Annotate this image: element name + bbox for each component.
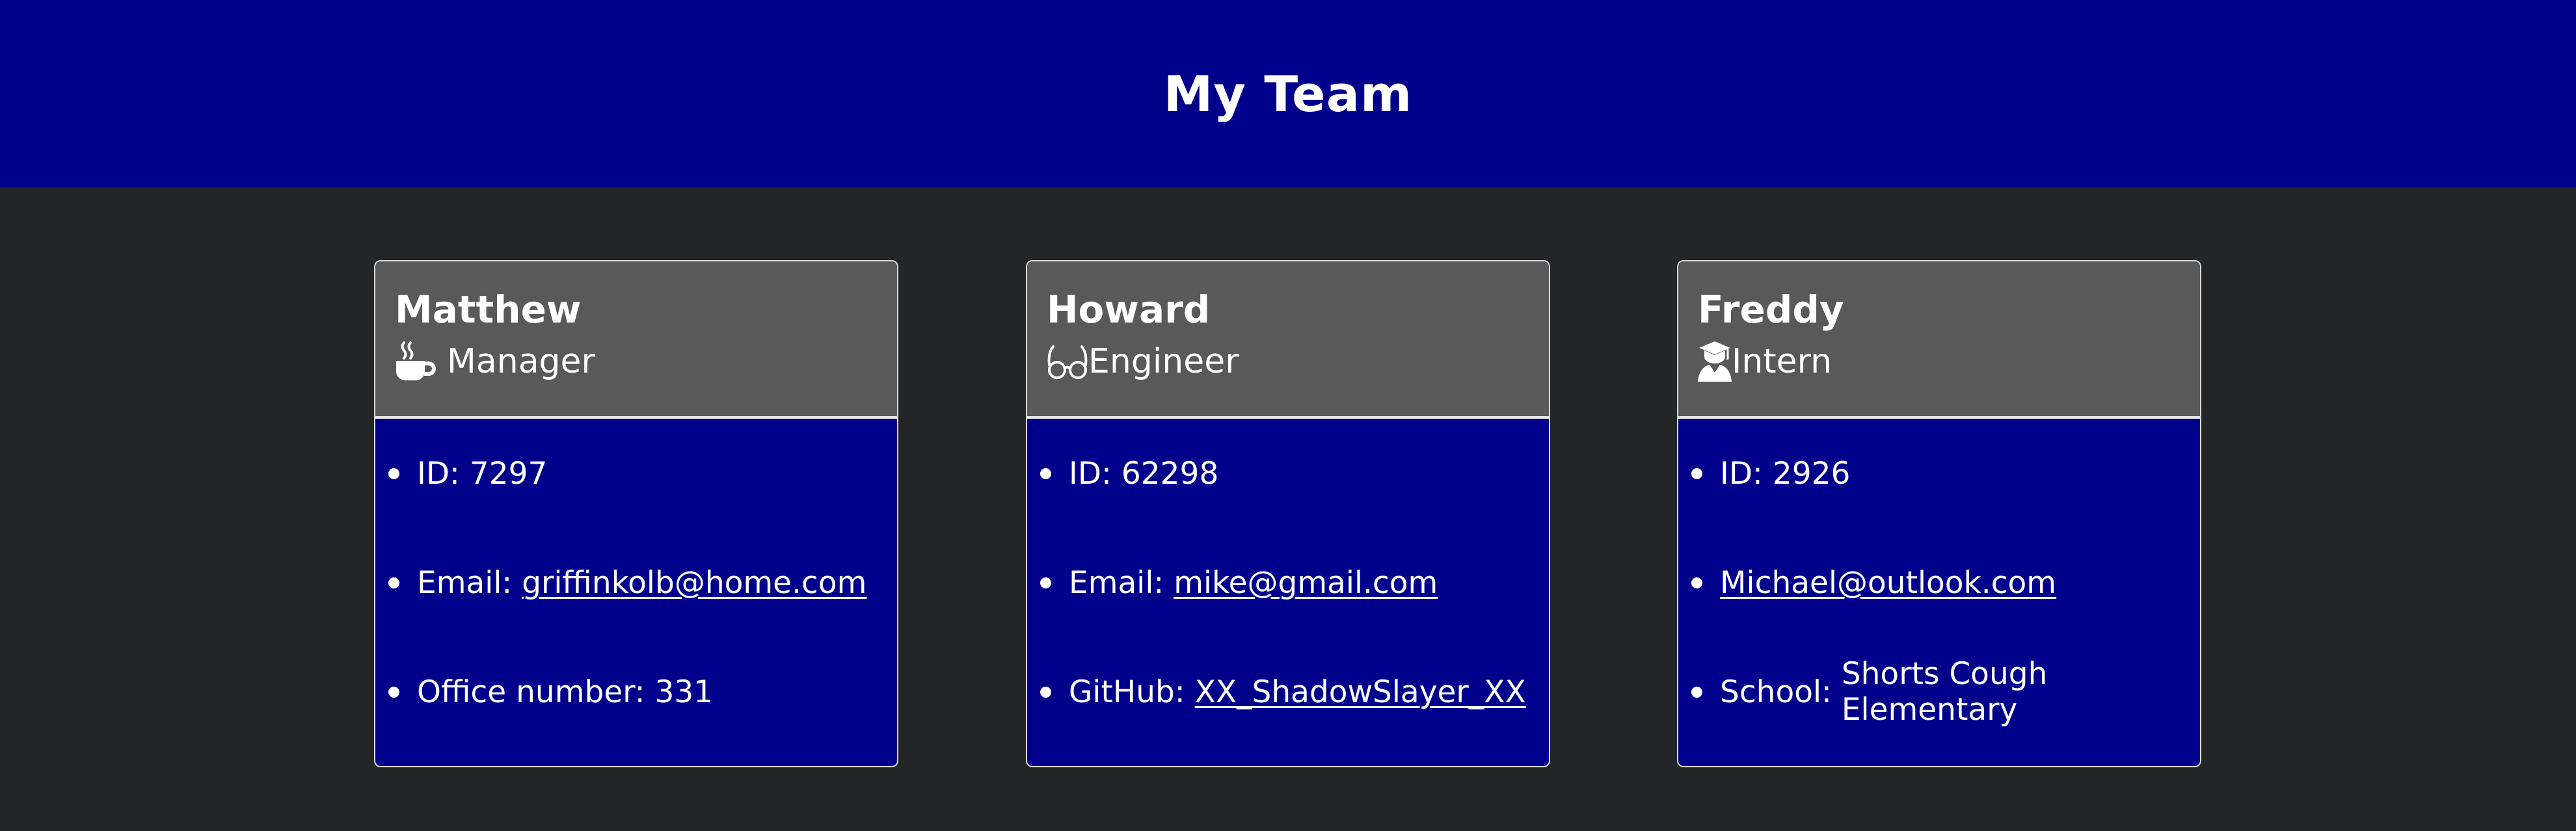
id-value: 2926 [1772,455,1851,492]
detail-email: Email: griffinkolb@home.com [375,528,897,637]
detail-office-number: Office number: 331 [375,637,897,746]
employee-details: ID: 7297 Email: griffinkolb@home.com Off… [375,419,897,746]
detail-id: ID: 62298 [1027,419,1549,528]
github-label: GitHub: [1069,674,1195,710]
role-label: Intern [1732,342,1832,381]
bullet-icon [388,468,399,479]
bullet-icon [1691,577,1702,588]
id-value: 7297 [469,455,548,492]
employee-card-intern: Freddy Intern ID: 2926 Michael@outlook.c… [1677,260,2201,767]
bullet-icon [1040,577,1051,588]
glasses-icon [1047,340,1088,383]
bullet-icon [1040,468,1051,479]
office-number-label: Office number: [417,674,655,710]
detail-id: ID: 7297 [375,419,897,528]
employee-role: Intern [1698,337,2200,386]
bullet-icon [388,577,399,588]
employee-card-engineer: Howard Engineer ID: 62298 Email: mike@gm… [1026,260,1550,767]
role-label: Manager [447,342,595,381]
employee-name: Freddy [1698,287,1844,332]
id-label: ID: [1069,455,1121,492]
github-link[interactable]: XX_ShadowSlayer_XX [1195,674,1526,710]
page-title: My Team [1163,64,1413,123]
card-header: Howard Engineer [1027,261,1549,419]
role-label: Engineer [1088,342,1239,381]
id-label: ID: [417,455,470,492]
detail-email: Email: mike@gmail.com [1027,528,1549,637]
school-value: Shorts Cough Elementary [1841,656,2048,728]
card-header: Matthew Manager [375,261,897,419]
email-link[interactable]: mike@gmail.com [1174,565,1438,601]
detail-github: GitHub: XX_ShadowSlayer_XX [1027,637,1549,746]
bullet-icon [1691,687,1702,698]
school-label: School: [1720,674,1842,710]
bullet-icon [388,687,399,698]
email-label: Email: [417,564,522,601]
employee-details: ID: 62298 Email: mike@gmail.com GitHub: … [1027,419,1549,746]
id-value: 62298 [1121,455,1219,492]
page-header: My Team [0,0,2576,187]
detail-email: Michael@outlook.com [1678,528,2200,637]
employee-role: Engineer [1047,337,1549,386]
bullet-icon [1691,468,1702,479]
employee-role: Manager [395,337,897,386]
id-label: ID: [1720,455,1773,492]
employee-name: Matthew [395,287,582,332]
employee-card-manager: Matthew Manager ID: 7297 Email: griffink… [374,260,898,767]
graduate-icon [1698,340,1732,383]
office-number-value: 331 [654,674,714,710]
detail-id: ID: 2926 [1678,419,2200,528]
detail-school: School: Shorts Cough Elementary [1678,637,2200,746]
email-label: Email: [1069,564,1174,601]
employee-details: ID: 2926 Michael@outlook.com School: Sho… [1678,419,2200,746]
card-header: Freddy Intern [1678,261,2200,419]
email-link[interactable]: Michael@outlook.com [1720,565,2056,601]
employee-name: Howard [1047,287,1211,332]
coffee-icon [395,340,436,383]
bullet-icon [1040,687,1051,698]
email-link[interactable]: griffinkolb@home.com [522,565,866,601]
